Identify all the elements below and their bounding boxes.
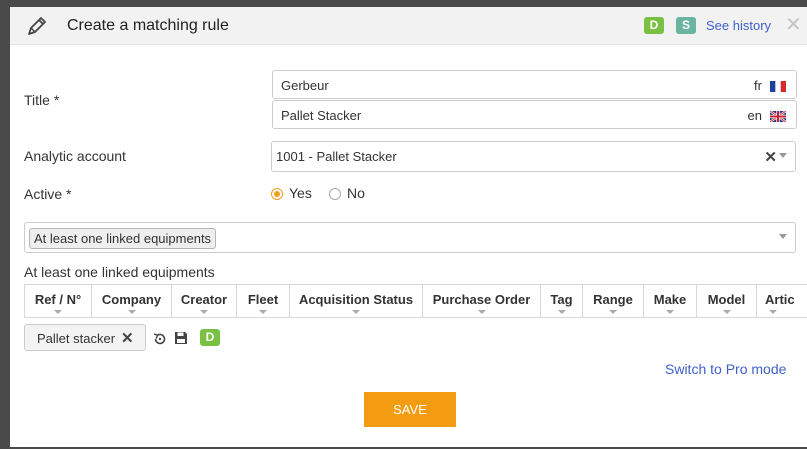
title-en-input[interactable]: Pallet Stacker en [272, 100, 797, 129]
clear-icon[interactable]: ✕ [764, 148, 777, 166]
dialog-title: Create a matching rule [67, 17, 229, 34]
see-history-link[interactable]: See history [706, 18, 771, 33]
save-button[interactable]: SAVE [364, 392, 456, 427]
chevron-down-icon [200, 310, 208, 314]
criteria-section-title: At least one linked equipments [24, 264, 215, 280]
chevron-down-icon [477, 310, 486, 314]
remove-tag-icon[interactable]: ✕ [121, 329, 134, 347]
tag-label: Pallet stacker [37, 331, 116, 346]
active-no-label[interactable]: No [347, 185, 365, 201]
pencil-icon [28, 17, 46, 35]
analytic-account-select[interactable]: 1001 - Pallet Stacker ✕ [271, 141, 796, 172]
column-header[interactable]: Creator [172, 285, 237, 317]
column-header[interactable]: Fleet [237, 285, 290, 317]
badge-d[interactable]: D [644, 17, 664, 34]
badge-d-small[interactable]: D [200, 329, 220, 346]
column-header[interactable]: Model [697, 285, 757, 317]
column-header[interactable]: Ref / N° [25, 285, 92, 317]
flag-fr-icon [770, 81, 786, 92]
title-fr-value: Gerbeur [281, 78, 329, 93]
chevron-down-icon [127, 310, 136, 314]
lang-fr-label: fr [754, 78, 762, 93]
chevron-down-icon [557, 310, 566, 314]
flag-uk-icon [770, 111, 786, 122]
criteria-select[interactable]: At least one linked equipments [24, 222, 796, 253]
active-yes-label[interactable]: Yes [289, 185, 312, 201]
equipment-grid-header: Ref / N° Company Creator Fleet Acquisiti… [24, 284, 807, 318]
column-header[interactable]: Purchase Order [423, 285, 541, 317]
column-header[interactable]: Range [583, 285, 644, 317]
pallet-stacker-tag: Pallet stacker ✕ [24, 324, 146, 351]
title-en-value: Pallet Stacker [281, 108, 362, 123]
criteria-chip[interactable]: At least one linked equipments [29, 228, 217, 249]
lang-en-label: en [747, 108, 762, 123]
chevron-down-icon [609, 310, 617, 314]
analytic-account-label: Analytic account [24, 148, 126, 164]
chevron-down-icon[interactable] [779, 153, 787, 158]
column-header[interactable]: Company [92, 285, 172, 317]
column-header[interactable]: Tag [541, 285, 583, 317]
badge-s[interactable]: S [676, 17, 696, 34]
column-header[interactable]: Make [644, 285, 697, 317]
column-header[interactable]: Artic [757, 285, 807, 317]
active-no-radio[interactable] [329, 188, 341, 200]
title-label: Title * [24, 92, 60, 108]
dialog-header: Create a matching rule D S See history ✕ [10, 7, 807, 45]
title-fr-input[interactable]: Gerbeur fr [272, 70, 797, 99]
chevron-down-icon [259, 310, 267, 314]
chevron-down-icon [54, 310, 62, 314]
chevron-down-icon [769, 310, 777, 314]
analytic-account-value: 1001 - Pallet Stacker [276, 149, 397, 164]
chevron-down-icon [722, 310, 731, 314]
save-icon[interactable] [173, 330, 189, 346]
chevron-down-icon [666, 310, 674, 314]
column-header[interactable]: Acquisition Status [290, 285, 423, 317]
chevron-down-icon[interactable] [779, 234, 787, 239]
active-label: Active * [24, 186, 72, 202]
undo-icon[interactable] [152, 331, 168, 347]
chevron-down-icon [352, 310, 360, 314]
close-icon[interactable]: ✕ [785, 15, 802, 35]
matching-rule-dialog: Create a matching rule D S See history ✕… [10, 7, 807, 447]
active-yes-radio[interactable] [271, 188, 283, 200]
switch-to-pro-mode-link[interactable]: Switch to Pro mode [665, 361, 786, 377]
